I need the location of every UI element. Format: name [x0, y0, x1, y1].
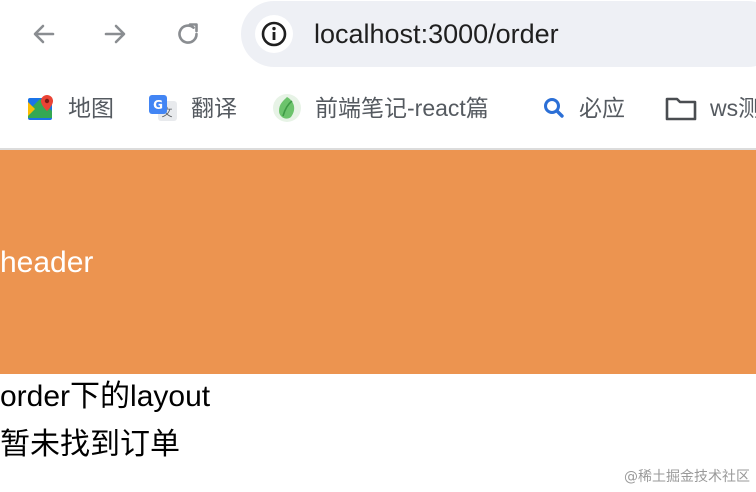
notes-icon — [273, 94, 301, 122]
page-header: header — [0, 150, 756, 374]
browser-window: localhost:3000/order 地图 文 G 翻译 前端笔记-reac… — [0, 0, 756, 492]
browser-toolbar: localhost:3000/order — [0, 0, 756, 70]
bookmarks-bar: 地图 文 G 翻译 前端笔记-react篇 必应 ws测 — [0, 70, 756, 148]
reload-button[interactable] — [168, 14, 208, 54]
page-content: header order下的layout 暂未找到订单 @稀土掘金技术社区 — [0, 150, 756, 492]
address-bar[interactable]: localhost:3000/order — [241, 1, 756, 67]
header-text: header — [0, 246, 94, 279]
bookmark-notes[interactable]: 前端笔记-react篇 — [271, 91, 489, 125]
translate-icon: 文 G — [149, 95, 177, 121]
maps-icon — [28, 95, 53, 120]
layout-text: order下的layout — [0, 380, 211, 413]
bookmark-label: 地图 — [68, 95, 114, 121]
bookmark-label: ws测 — [710, 95, 756, 121]
bookmark-maps[interactable]: 地图 — [26, 91, 114, 125]
arrow-left-icon — [33, 24, 55, 44]
bookmark-translate[interactable]: 文 G 翻译 — [147, 91, 237, 125]
bookmark-label: 翻译 — [191, 95, 237, 121]
url-text[interactable]: localhost:3000/order — [314, 18, 559, 50]
bookmark-bing[interactable]: 必应 — [541, 91, 625, 125]
svg-text:G: G — [153, 98, 163, 112]
empty-order-message: 暂未找到订单 — [0, 428, 180, 461]
info-icon — [261, 21, 287, 47]
watermark: @稀土掘金技术社区 — [624, 469, 750, 485]
bookmark-folder[interactable]: ws测 — [664, 91, 756, 125]
reload-icon — [178, 23, 198, 44]
bookmark-label: 前端笔记-react篇 — [315, 95, 489, 121]
forward-button[interactable] — [95, 14, 135, 54]
search-icon — [544, 98, 564, 118]
site-info-button[interactable] — [255, 15, 293, 53]
folder-icon — [665, 97, 697, 121]
arrow-right-icon — [104, 24, 126, 44]
bookmark-label: 必应 — [579, 95, 625, 121]
back-button[interactable] — [24, 14, 64, 54]
